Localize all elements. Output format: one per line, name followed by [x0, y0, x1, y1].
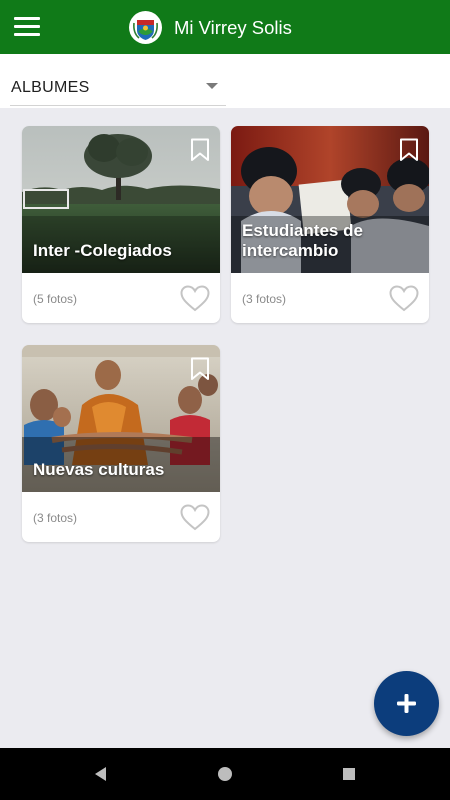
app-bar: Mi Virrey Solis [0, 0, 450, 54]
back-triangle-icon[interactable] [90, 763, 112, 785]
menu-icon-line [14, 25, 40, 28]
recents-square-icon[interactable] [338, 763, 360, 785]
photo-count: (5 fotos) [33, 292, 78, 306]
menu-button[interactable] [14, 17, 40, 37]
bookmark-outline-icon[interactable] [399, 138, 419, 162]
bookmark-outline-icon[interactable] [190, 357, 210, 381]
album-title: Nuevas culturas [33, 460, 165, 479]
album-type-select-value: ALBUMES [11, 79, 90, 96]
menu-icon-line [14, 17, 40, 20]
photo-count: (3 fotos) [242, 292, 287, 306]
menu-icon-line [14, 33, 40, 36]
school-logo-icon [129, 11, 162, 44]
add-album-button[interactable] [374, 671, 439, 736]
album-card-nuevas-culturas[interactable]: Nuevas culturas (3 fotos) [22, 345, 220, 542]
bookmark-outline-icon[interactable] [190, 138, 210, 162]
album-type-select[interactable]: ALBUMES [10, 70, 226, 106]
plus-icon [397, 694, 416, 713]
app-title: Mi Virrey Solis [174, 17, 292, 38]
system-navigation-bar [0, 748, 450, 800]
album-card-estudiantes-de-intercambio[interactable]: Estudiantes de intercambio (3 fotos) [231, 126, 429, 323]
heart-outline-icon[interactable] [180, 285, 210, 312]
album-title: Estudiantes de intercambio [242, 221, 363, 260]
photo-count: (3 fotos) [33, 511, 78, 525]
album-title: Inter -Colegiados [33, 241, 172, 260]
heart-outline-icon[interactable] [389, 285, 419, 312]
dropdown-caret-icon [206, 83, 218, 89]
heart-outline-icon[interactable] [180, 504, 210, 531]
home-circle-icon[interactable] [214, 763, 236, 785]
album-card-inter-colegiados[interactable]: Inter -Colegiados (5 fotos) [22, 126, 220, 323]
